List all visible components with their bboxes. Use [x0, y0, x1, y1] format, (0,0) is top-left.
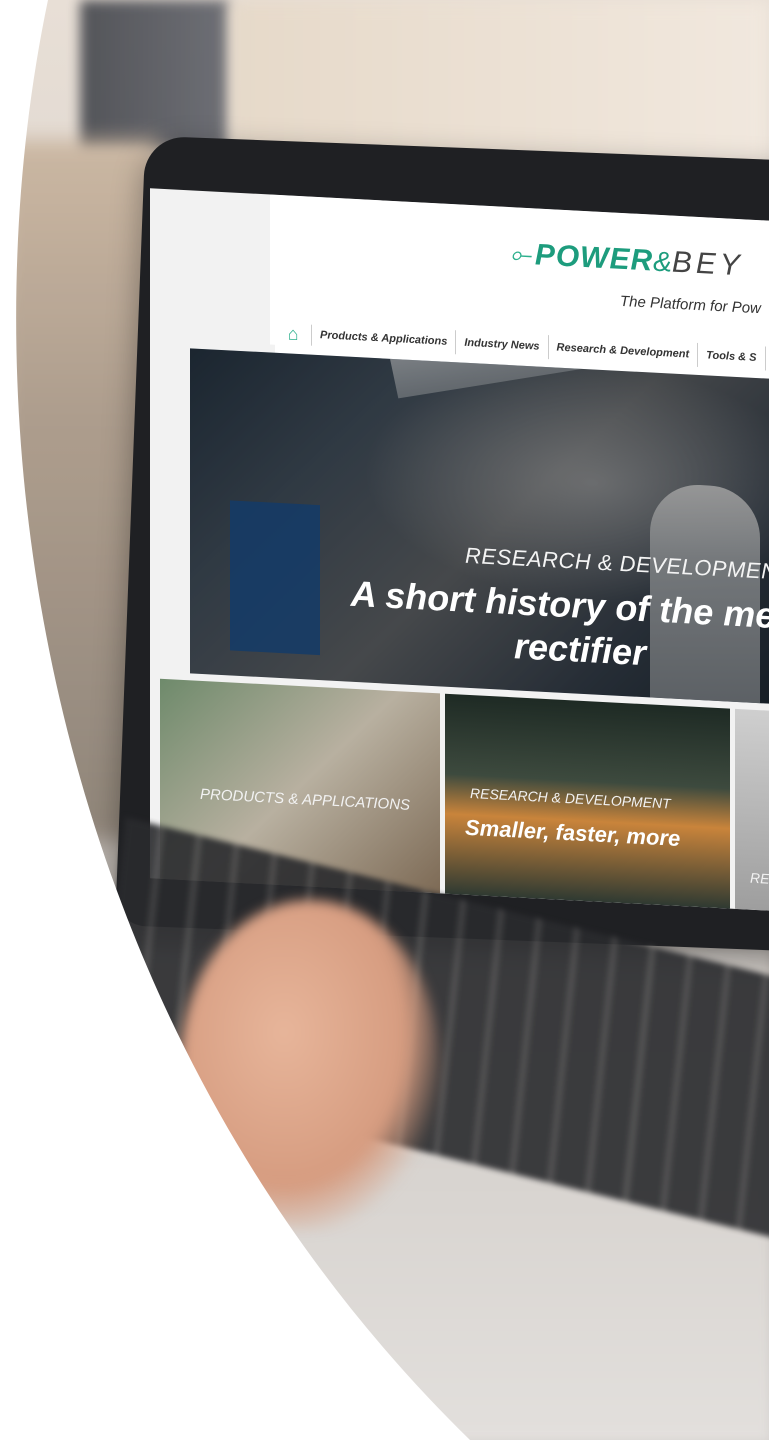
logo-power-text: POWER — [534, 238, 654, 278]
nav-item-research[interactable]: Research & Development — [548, 335, 699, 367]
nav-item-industry-news[interactable]: Industry News — [456, 330, 549, 360]
logo-ampersand: & — [653, 245, 672, 278]
card-category: PRODUCTS & APPLICATIONS — [200, 785, 411, 814]
plug-icon: ⟜ — [510, 238, 531, 270]
laptop-photo: ⟜ POWER & BEY The Platform for Pow ⌂ Pro… — [0, 0, 769, 1440]
logo-beyond-text: BEY — [671, 245, 744, 283]
article-card[interactable]: RESEARCH & DEVELOPMENT Smaller, faster, … — [445, 693, 730, 909]
article-card[interactable]: RES — [735, 708, 769, 912]
card-title: Smaller, faster, more — [465, 814, 681, 852]
hero-banner[interactable]: RESEARCH & DEVELOPMENT A short history o… — [190, 348, 769, 706]
background-window — [80, 0, 230, 150]
card-category: RESEARCH & DEVELOPMENT — [470, 785, 671, 812]
card-category: RES — [750, 869, 769, 888]
laptop-screen: ⟜ POWER & BEY The Platform for Pow ⌂ Pro… — [150, 188, 769, 912]
nav-item-tools[interactable]: Tools & S — [698, 342, 766, 371]
user-hand — [180, 900, 440, 1230]
home-icon[interactable]: ⌂ — [275, 322, 312, 346]
nav-item-products[interactable]: Products & Applications — [312, 322, 457, 355]
